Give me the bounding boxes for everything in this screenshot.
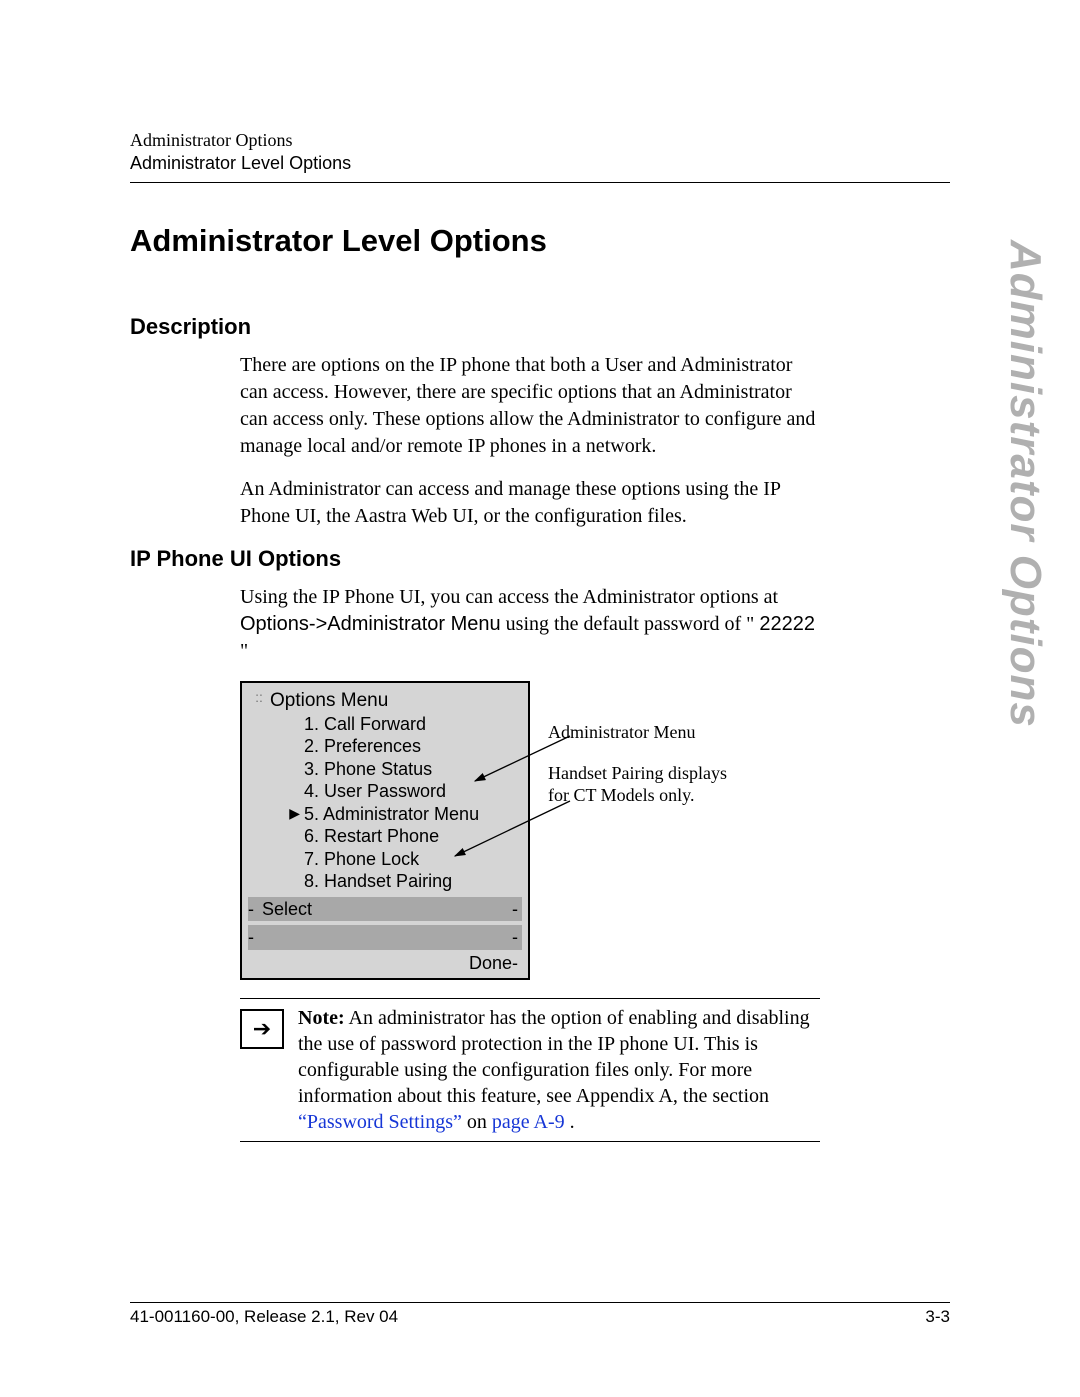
softkey-done-line: Done- (248, 952, 522, 975)
description-para-2: An Administrator can access and manage t… (240, 476, 820, 530)
intro-c: " (240, 640, 248, 662)
phone-screen: :: Options Menu 1. Call Forward 2. Prefe… (240, 681, 530, 980)
menu-title: Options Menu (270, 689, 522, 713)
softkey-done: Done (469, 953, 512, 973)
menu-item-7: 7. Phone Lock (300, 848, 419, 871)
dash-right: - (504, 898, 518, 921)
section-ipphone-heading: IP Phone UI Options (130, 546, 950, 572)
intro-b: using the default password of " (506, 613, 755, 635)
page-title: Administrator Level Options (130, 223, 950, 259)
note-mid: on (467, 1111, 492, 1133)
page: Administrator Options Administrator Leve… (0, 0, 1080, 1397)
menu-item-2: 2. Preferences (300, 735, 421, 758)
header-rule (130, 182, 950, 183)
intro-a: Using the IP Phone UI, you can access th… (240, 586, 778, 608)
link-page-a9[interactable]: page A-9 (492, 1111, 565, 1133)
intro-password: 22222 (759, 613, 815, 635)
running-subhead: Administrator Level Options (130, 153, 950, 174)
note-rule-top (240, 998, 820, 999)
softkey-row-1: - Select - (248, 897, 522, 922)
note-text: Note: An administrator has the option of… (298, 1005, 820, 1135)
footer: 41-001160-00, Release 2.1, Rev 04 3-3 (130, 1302, 950, 1327)
menu-item-3: 3. Phone Status (300, 758, 432, 781)
menu-item-1: 1. Call Forward (300, 713, 426, 736)
section-description-heading: Description (130, 314, 950, 340)
note-arrow-icon: ➔ (240, 1009, 284, 1049)
ipphone-intro: Using the IP Phone UI, you can access th… (240, 584, 820, 665)
callout-admin-menu: Administrator Menu (548, 721, 748, 744)
note-end: . (570, 1111, 575, 1133)
done-dash: - (512, 953, 518, 973)
dash-right-2: - (504, 926, 518, 949)
description-body: There are options on the IP phone that b… (240, 352, 820, 530)
menu-item-8: 8. Handset Pairing (300, 870, 452, 893)
link-password-settings[interactable]: “Password Settings” (298, 1111, 462, 1133)
softkey-blank (262, 926, 504, 949)
note-text-a: An administrator has the option of enabl… (298, 1007, 810, 1107)
footer-rule (130, 1302, 950, 1303)
callout-text-column: Administrator Menu Handset Pairing displ… (548, 681, 748, 807)
footer-right: 3-3 (925, 1307, 950, 1327)
dash-left-2: - (248, 926, 262, 949)
callout-handset-pairing: Handset Pairing displays for CT Models o… (548, 762, 748, 807)
menu-item-4: 4. User Password (300, 780, 446, 803)
running-head: Administrator Options (130, 130, 950, 151)
note-block: ➔ Note: An administrator has the option … (240, 1005, 820, 1135)
note-rule-bottom (240, 1141, 820, 1142)
intro-path: Options->Administrator Menu (240, 613, 501, 635)
menu-pointer-icon: ▶ (270, 805, 300, 823)
description-para-1: There are options on the IP phone that b… (240, 352, 820, 460)
side-label: Administrator Options (1000, 240, 1050, 728)
options-menu-figure: :: Options Menu 1. Call Forward 2. Prefe… (240, 681, 820, 980)
softkey-row-2: - - (248, 925, 522, 950)
ipphone-body: Using the IP Phone UI, you can access th… (240, 584, 820, 1142)
menu-item-5: 5. Administrator Menu (300, 803, 479, 826)
screen-icon: :: (248, 689, 270, 893)
menu-item-6: 6. Restart Phone (300, 825, 439, 848)
footer-left: 41-001160-00, Release 2.1, Rev 04 (130, 1307, 398, 1327)
softkey-select: Select (262, 898, 504, 921)
dash-left: - (248, 898, 262, 921)
note-bold: Note: (298, 1007, 345, 1029)
